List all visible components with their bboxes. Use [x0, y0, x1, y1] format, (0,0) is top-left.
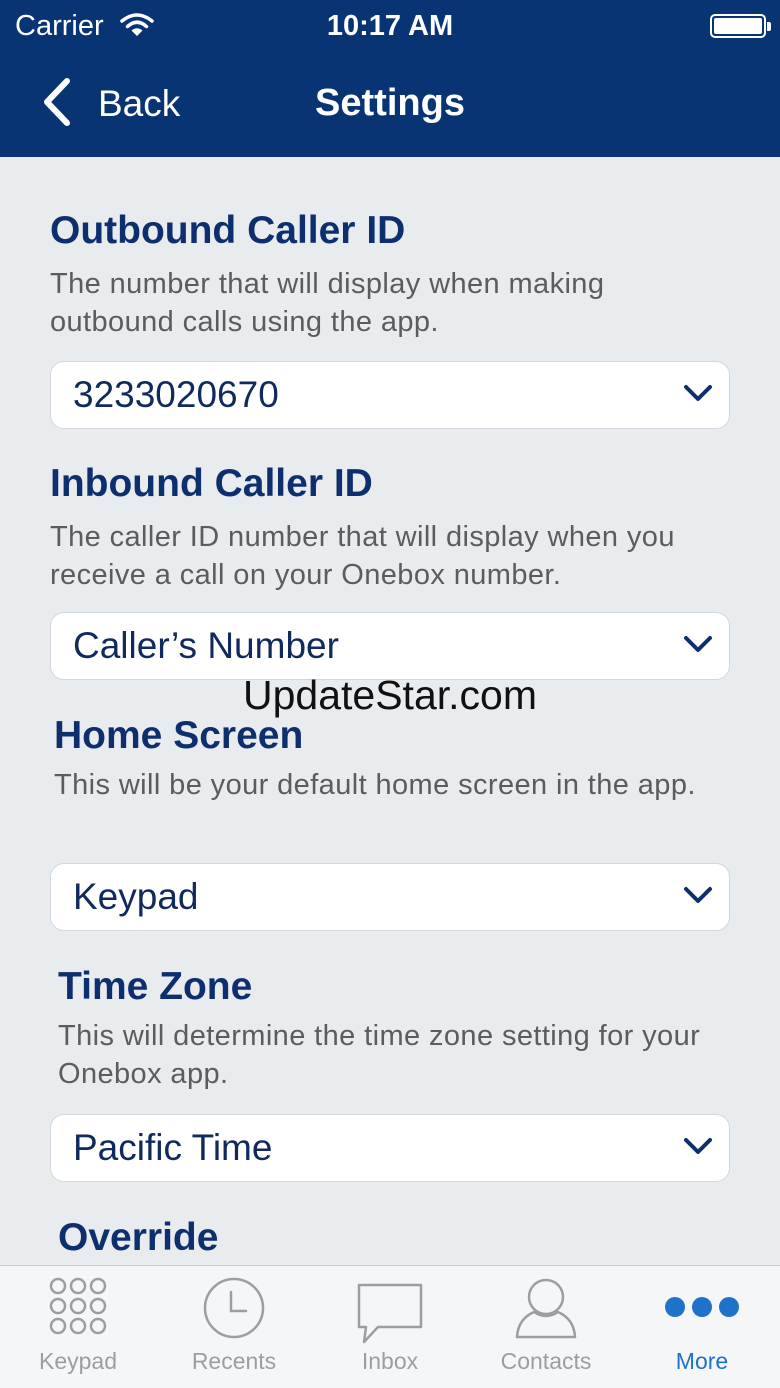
section-title: Inbound Caller ID [50, 462, 373, 505]
section-description: This will be your default home screen in… [54, 769, 696, 801]
tab-label: Contacts [500, 1348, 592, 1374]
tab-bar: Keypad Recents Inbox Contacts More [0, 1265, 780, 1388]
select-value: Keypad [73, 876, 199, 917]
section-title: Outbound Caller ID [50, 209, 406, 252]
chevron-down-icon [683, 635, 713, 660]
section-time-zone: Time Zone This will determine the time z… [58, 965, 738, 1093]
clock-icon [156, 1276, 312, 1345]
tab-more[interactable]: More [624, 1266, 780, 1388]
select-value: Pacific Time [73, 1127, 273, 1168]
time-zone-select[interactable]: Pacific Time [50, 1114, 730, 1182]
tab-recents[interactable]: Recents [156, 1266, 312, 1388]
tab-label: Keypad [38, 1348, 117, 1374]
section-title: Time Zone [58, 965, 253, 1008]
section-title: Home Screen [54, 714, 304, 757]
tab-inbox[interactable]: Inbox [312, 1266, 468, 1388]
status-time: 10:17 AM [326, 10, 454, 42]
select-value: Caller’s Number [73, 625, 339, 666]
person-icon [468, 1276, 624, 1345]
chevron-down-icon [683, 886, 713, 911]
section-description: This will determine the time zone settin… [58, 1020, 701, 1090]
section-home-screen: Home Screen This will be your default ho… [54, 714, 734, 804]
more-dots-icon [624, 1296, 780, 1323]
section-override: Override [58, 1216, 738, 1260]
keypad-icon [0, 1276, 156, 1341]
status-bar: Carrier 10:17 AM [0, 0, 780, 52]
section-inbound-caller-id: Inbound Caller ID The caller ID number t… [50, 462, 730, 594]
tab-label: Recents [191, 1348, 277, 1374]
chevron-down-icon [683, 1137, 713, 1162]
page-title: Settings [315, 82, 465, 124]
tab-contacts[interactable]: Contacts [468, 1266, 624, 1388]
section-title: Override [58, 1216, 219, 1259]
nav-header: Carrier 10:17 AM Back Settings [0, 0, 780, 157]
section-description: The number that will display when making… [50, 268, 605, 338]
section-description: The caller ID number that will display w… [50, 521, 675, 591]
tab-keypad[interactable]: Keypad [0, 1266, 156, 1388]
tab-label: Inbox [361, 1348, 419, 1374]
chat-bubble-icon [312, 1282, 468, 1351]
home-screen-select[interactable]: Keypad [50, 863, 730, 931]
tab-label: More [675, 1348, 729, 1374]
section-outbound-caller-id: Outbound Caller ID The number that will … [50, 209, 730, 341]
select-value: 3233020670 [73, 374, 279, 415]
outbound-caller-id-select[interactable]: 3233020670 [50, 361, 730, 429]
inbound-caller-id-select[interactable]: Caller’s Number [50, 612, 730, 680]
watermark: UpdateStar.com [243, 672, 537, 718]
battery-icon [710, 14, 771, 38]
chevron-down-icon [683, 384, 713, 409]
